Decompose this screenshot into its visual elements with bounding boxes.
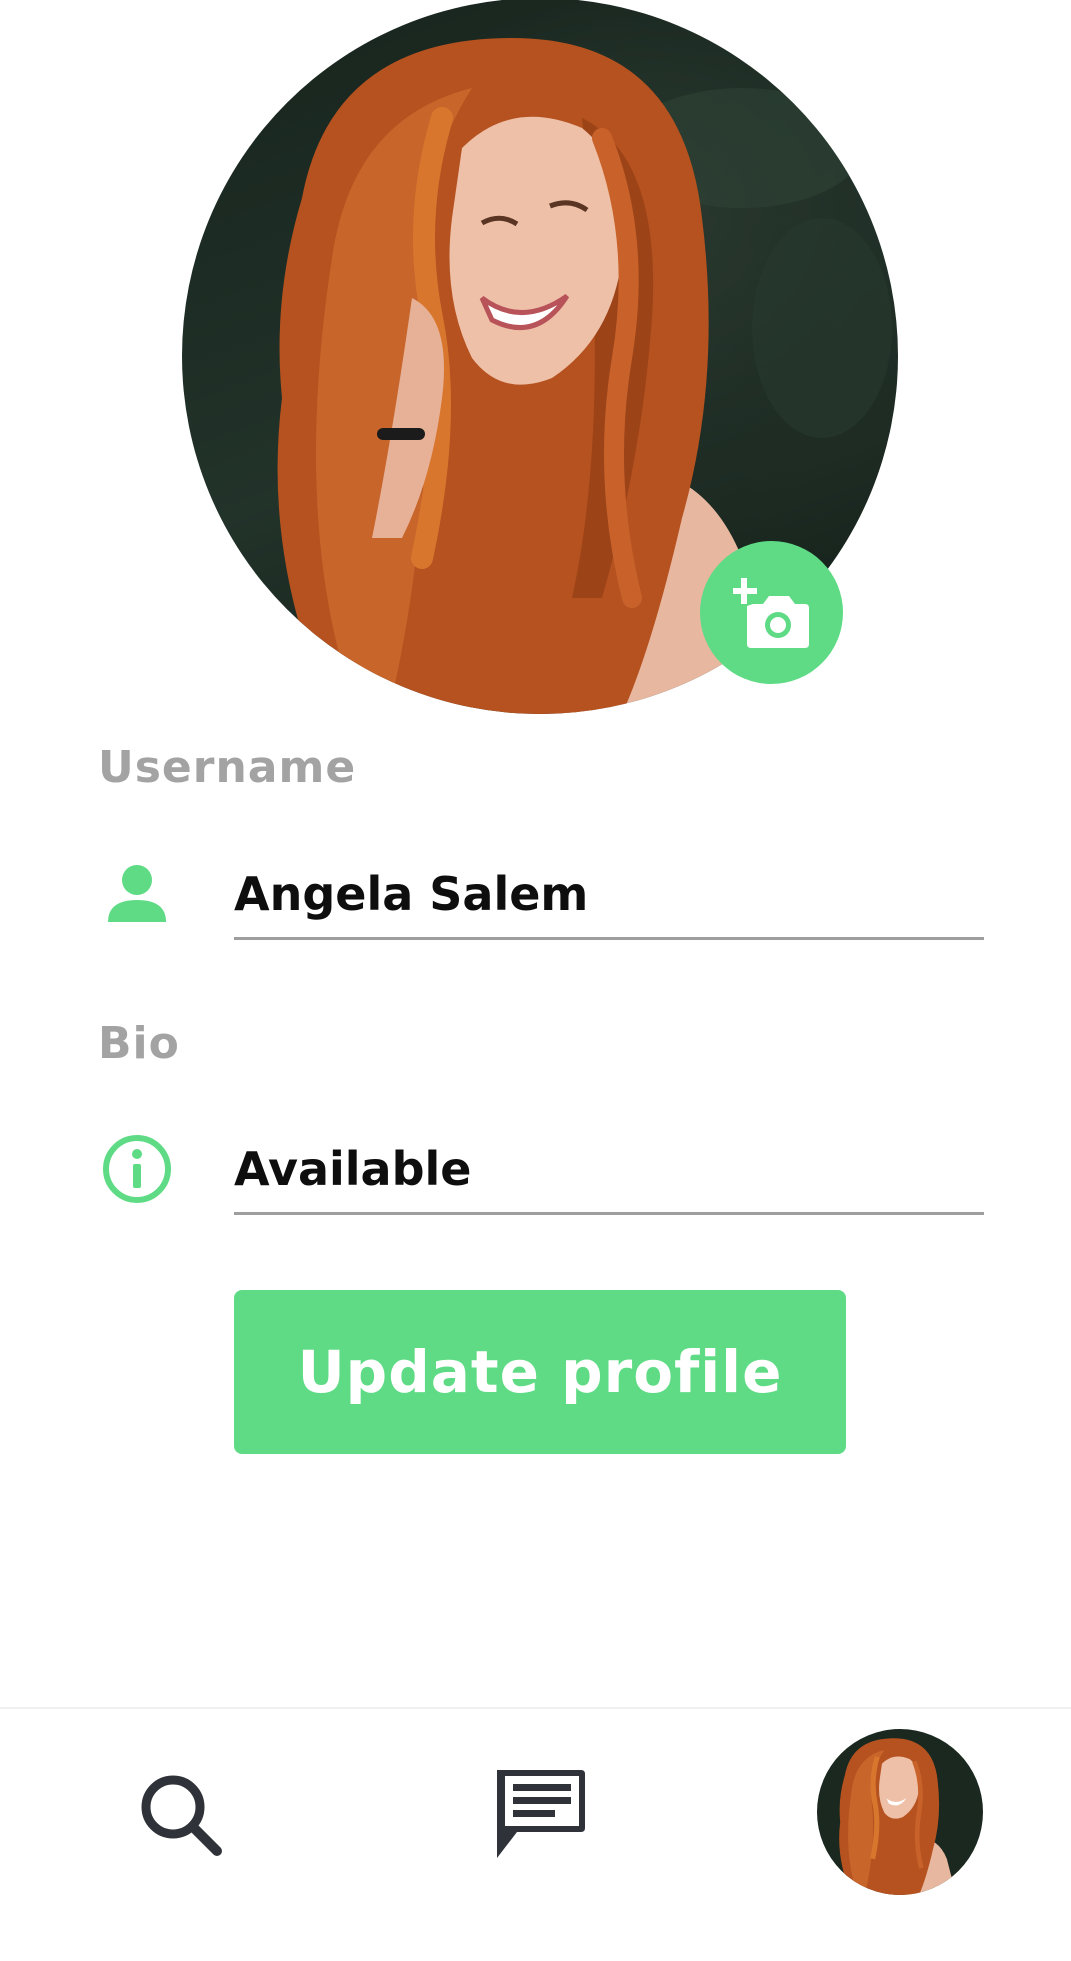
profile-photo-container — [182, 0, 898, 714]
username-input[interactable] — [234, 850, 984, 940]
nav-chats-button[interactable] — [489, 1762, 589, 1862]
add-a-photo-icon — [732, 577, 809, 648]
avatar — [817, 1729, 983, 1895]
search-icon — [141, 1775, 222, 1856]
nav-search-button[interactable] — [133, 1765, 233, 1865]
chat-icon — [497, 1770, 585, 1858]
bio-input[interactable] — [234, 1125, 984, 1215]
info-icon — [102, 1134, 172, 1204]
bio-label: Bio — [98, 1018, 180, 1069]
change-photo-button[interactable] — [700, 541, 843, 684]
username-label: Username — [98, 742, 357, 793]
person-icon — [102, 860, 172, 930]
update-profile-button[interactable]: Update profile — [234, 1290, 846, 1454]
nav-profile-avatar[interactable] — [817, 1729, 983, 1895]
